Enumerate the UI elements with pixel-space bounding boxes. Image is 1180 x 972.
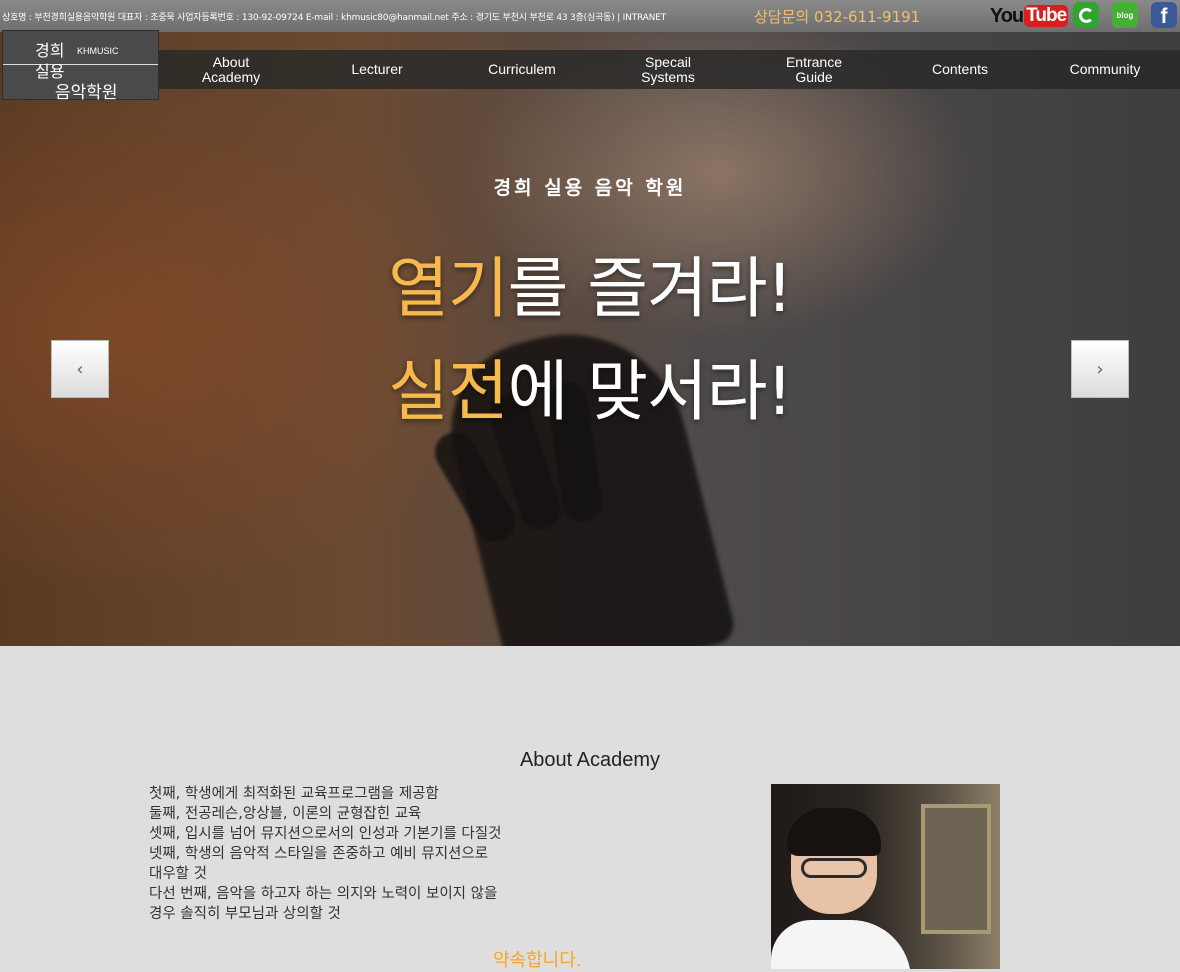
list-item: 경우 솔직히 부모님과 상의할 것: [149, 906, 341, 922]
cyworld-ring-icon: [1078, 7, 1094, 23]
photo-background-frame: [921, 804, 991, 934]
nav-contents[interactable]: Contents: [890, 50, 1030, 89]
list-item: 넷째, 학생의 음악적 스타일을 존중하고 예비 뮤지션으로: [149, 846, 489, 862]
photo-shirt: [771, 920, 911, 969]
about-section-title: About Academy: [519, 749, 661, 771]
hero-headline-1: 열기를 즐겨라!: [0, 235, 1180, 331]
headline-2-rest: 에 맞서라!: [507, 353, 793, 430]
logo-divider: [3, 64, 158, 65]
nav-entrance-guide[interactable]: Entrance Guide: [744, 50, 884, 89]
director-photo: [771, 784, 1000, 969]
chevron-right-icon: ›: [1096, 358, 1104, 380]
blog-icon[interactable]: blog: [1112, 2, 1138, 28]
nav-curriculem[interactable]: Curriculem: [452, 50, 592, 89]
list-item: 대우할 것: [149, 866, 207, 882]
facebook-icon[interactable]: f: [1151, 2, 1177, 28]
hero-headline-2: 실전에 맞서라!: [0, 338, 1180, 434]
photo-glasses: [801, 858, 867, 878]
slider-next-button[interactable]: ›: [1071, 340, 1129, 398]
business-info: 상호명 : 부천경희실용음악학원 대표자 : 조중묵 사업자등록번호 : 130…: [2, 13, 666, 23]
cyworld-icon[interactable]: [1073, 2, 1099, 28]
about-principles-list: 첫째, 학생에게 최적화된 교육프로그램을 제공함 둘째, 전공레슨,앙상블, …: [149, 784, 569, 924]
hero-subtitle: 경희 실용 음악 학원: [493, 177, 687, 199]
headline-1-highlight: 열기: [388, 250, 508, 327]
chevron-left-icon: ‹: [76, 358, 84, 380]
top-info-bar: 상호명 : 부천경희실용음악학원 대표자 : 조중묵 사업자등록번호 : 130…: [0, 0, 1180, 32]
list-item: 다선 번째, 음악을 하고자 하는 의지와 노력이 보이지 않을: [149, 886, 498, 902]
promise-signature: 약속합니다.: [493, 950, 582, 971]
nav-community[interactable]: Community: [1035, 50, 1175, 89]
main-nav: About Academy Lecturer Curriculem Specai…: [159, 50, 1180, 89]
list-item: 둘째, 전공레슨,앙상블, 이론의 균형잡힌 교육: [149, 806, 422, 822]
consult-phone[interactable]: 상담문의 032-611-9191: [754, 6, 920, 27]
nav-about-academy[interactable]: About Academy: [161, 50, 301, 89]
academy-logo[interactable]: 경희 KHMUSIC 실용 음악학원: [2, 30, 159, 103]
headline-2-highlight: 실전: [388, 353, 508, 430]
youtube-tube-text: Tube: [1024, 5, 1069, 27]
list-item: 첫째, 학생에게 최적화된 교육프로그램을 제공함: [149, 786, 439, 802]
logo-english: KHMUSIC: [77, 46, 119, 56]
slider-prev-button[interactable]: ‹: [51, 340, 109, 398]
nav-specail-systems[interactable]: Specail Systems: [598, 50, 738, 89]
nav-lecturer[interactable]: Lecturer: [307, 50, 447, 89]
youtube-you-text: You: [989, 4, 1024, 27]
logo-line-3: 음악학원: [55, 83, 118, 103]
photo-hair: [787, 808, 881, 856]
list-item: 셋째, 입시를 넘어 뮤지션으로서의 인성과 기본기를 다질것: [149, 826, 502, 842]
headline-1-rest: 를 즐겨라!: [507, 250, 793, 327]
youtube-icon[interactable]: You Tube: [990, 2, 1069, 30]
